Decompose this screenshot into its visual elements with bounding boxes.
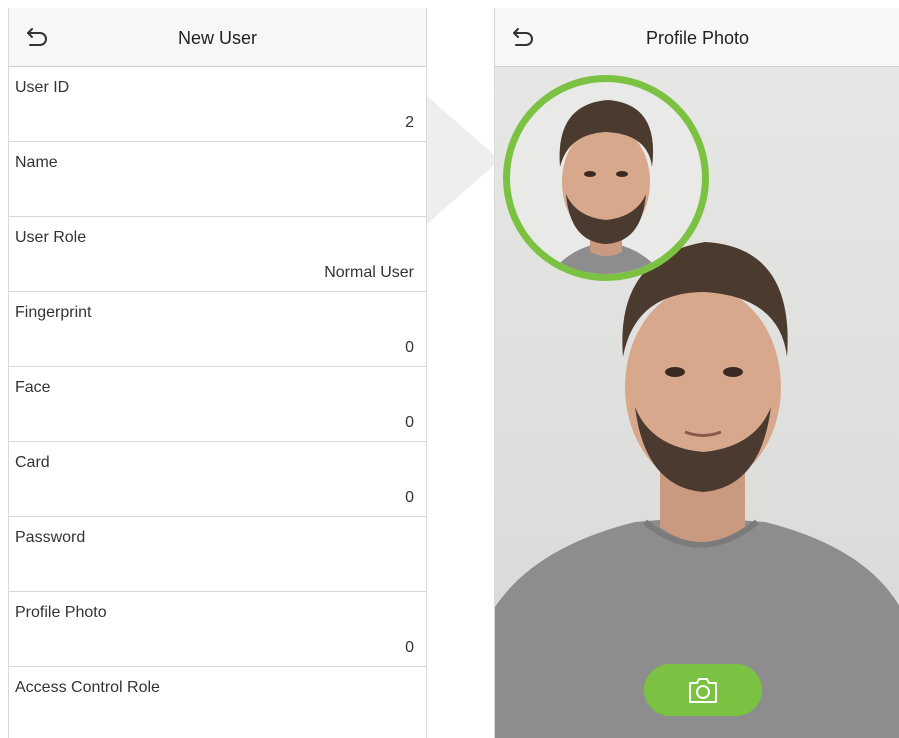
row-value: 2 xyxy=(405,114,414,131)
row-label: Fingerprint xyxy=(15,304,92,321)
page-title: Profile Photo xyxy=(645,28,750,48)
screen: New User User ID 2 Name User Role Normal… xyxy=(0,0,899,738)
camera-preview xyxy=(495,67,899,738)
row-value: 0 xyxy=(405,339,414,356)
row-label: Card xyxy=(15,454,50,471)
title-bar: New User xyxy=(9,8,426,67)
row-value: 0 xyxy=(405,489,414,506)
page-title: New User xyxy=(177,28,257,48)
row-access-control-role[interactable]: Access Control Role xyxy=(9,667,426,738)
title-bar: Profile Photo xyxy=(495,8,899,67)
profile-photo-panel: Profile Photo xyxy=(494,8,899,738)
row-card[interactable]: Card 0 xyxy=(9,442,426,517)
row-name[interactable]: Name xyxy=(9,142,426,217)
row-user-id[interactable]: User ID 2 xyxy=(9,67,426,142)
row-value: 0 xyxy=(405,414,414,431)
row-fingerprint[interactable]: Fingerprint 0 xyxy=(9,292,426,367)
face-thumbnail xyxy=(550,100,662,274)
row-label: User ID xyxy=(15,79,70,96)
camera-icon xyxy=(689,678,717,703)
row-user-role[interactable]: User Role Normal User xyxy=(9,217,426,292)
row-value: Normal User xyxy=(324,264,414,281)
capture-photo-button[interactable] xyxy=(644,664,762,716)
row-face[interactable]: Face 0 xyxy=(9,367,426,442)
row-label: Profile Photo xyxy=(15,604,107,621)
row-label: Access Control Role xyxy=(15,679,160,696)
row-label: Name xyxy=(15,154,58,171)
background-arrow-decoration xyxy=(420,90,500,230)
row-label: Password xyxy=(15,529,86,546)
face-detection-circle xyxy=(503,75,709,281)
row-label: Face xyxy=(15,379,51,396)
row-label: User Role xyxy=(15,229,87,246)
row-profile-photo[interactable]: Profile Photo 0 xyxy=(9,592,426,667)
new-user-panel: New User User ID 2 Name User Role Normal… xyxy=(8,8,427,738)
row-value: 0 xyxy=(405,639,414,656)
row-password[interactable]: Password xyxy=(9,517,426,592)
